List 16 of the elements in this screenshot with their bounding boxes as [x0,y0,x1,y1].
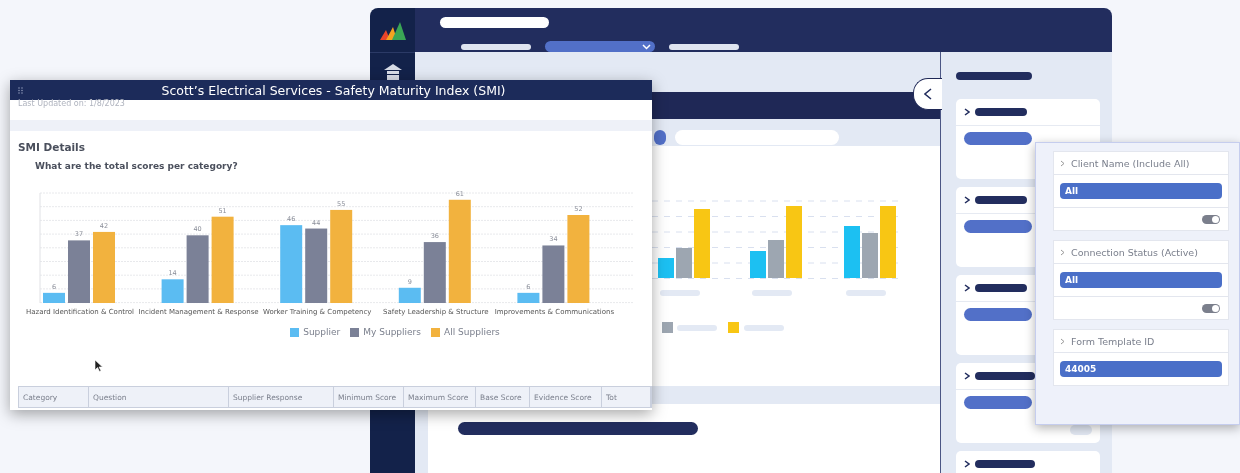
chart-title: What are the total scores per category? [34,161,239,171]
filter-header[interactable]: Connection Status (Active) [1054,241,1228,264]
filter-header[interactable]: Client Name (Include All) [1054,152,1228,175]
report-title: Scott’s Electrical Services - Safety Maturity Index (SMI) [160,82,507,98]
filter-label: Client Name (Include All) [1071,157,1190,169]
section-heading: SMI Details [17,140,86,153]
filter-value[interactable]: All [1060,183,1222,199]
legend-label: All Suppliers [444,327,500,337]
filter-header[interactable]: Form Template ID [1054,330,1228,353]
last-updated-text: Last Updated on: 1/8/2023 [17,100,126,110]
filter-value[interactable]: All [1060,272,1222,288]
filter-value[interactable]: 44005 [1060,361,1222,377]
filter-label: Form Template ID [1071,335,1155,347]
legend-label: My Suppliers [363,327,421,337]
legend-label: Supplier [303,327,341,337]
filter-label: Connection Status (Active) [1071,246,1198,258]
